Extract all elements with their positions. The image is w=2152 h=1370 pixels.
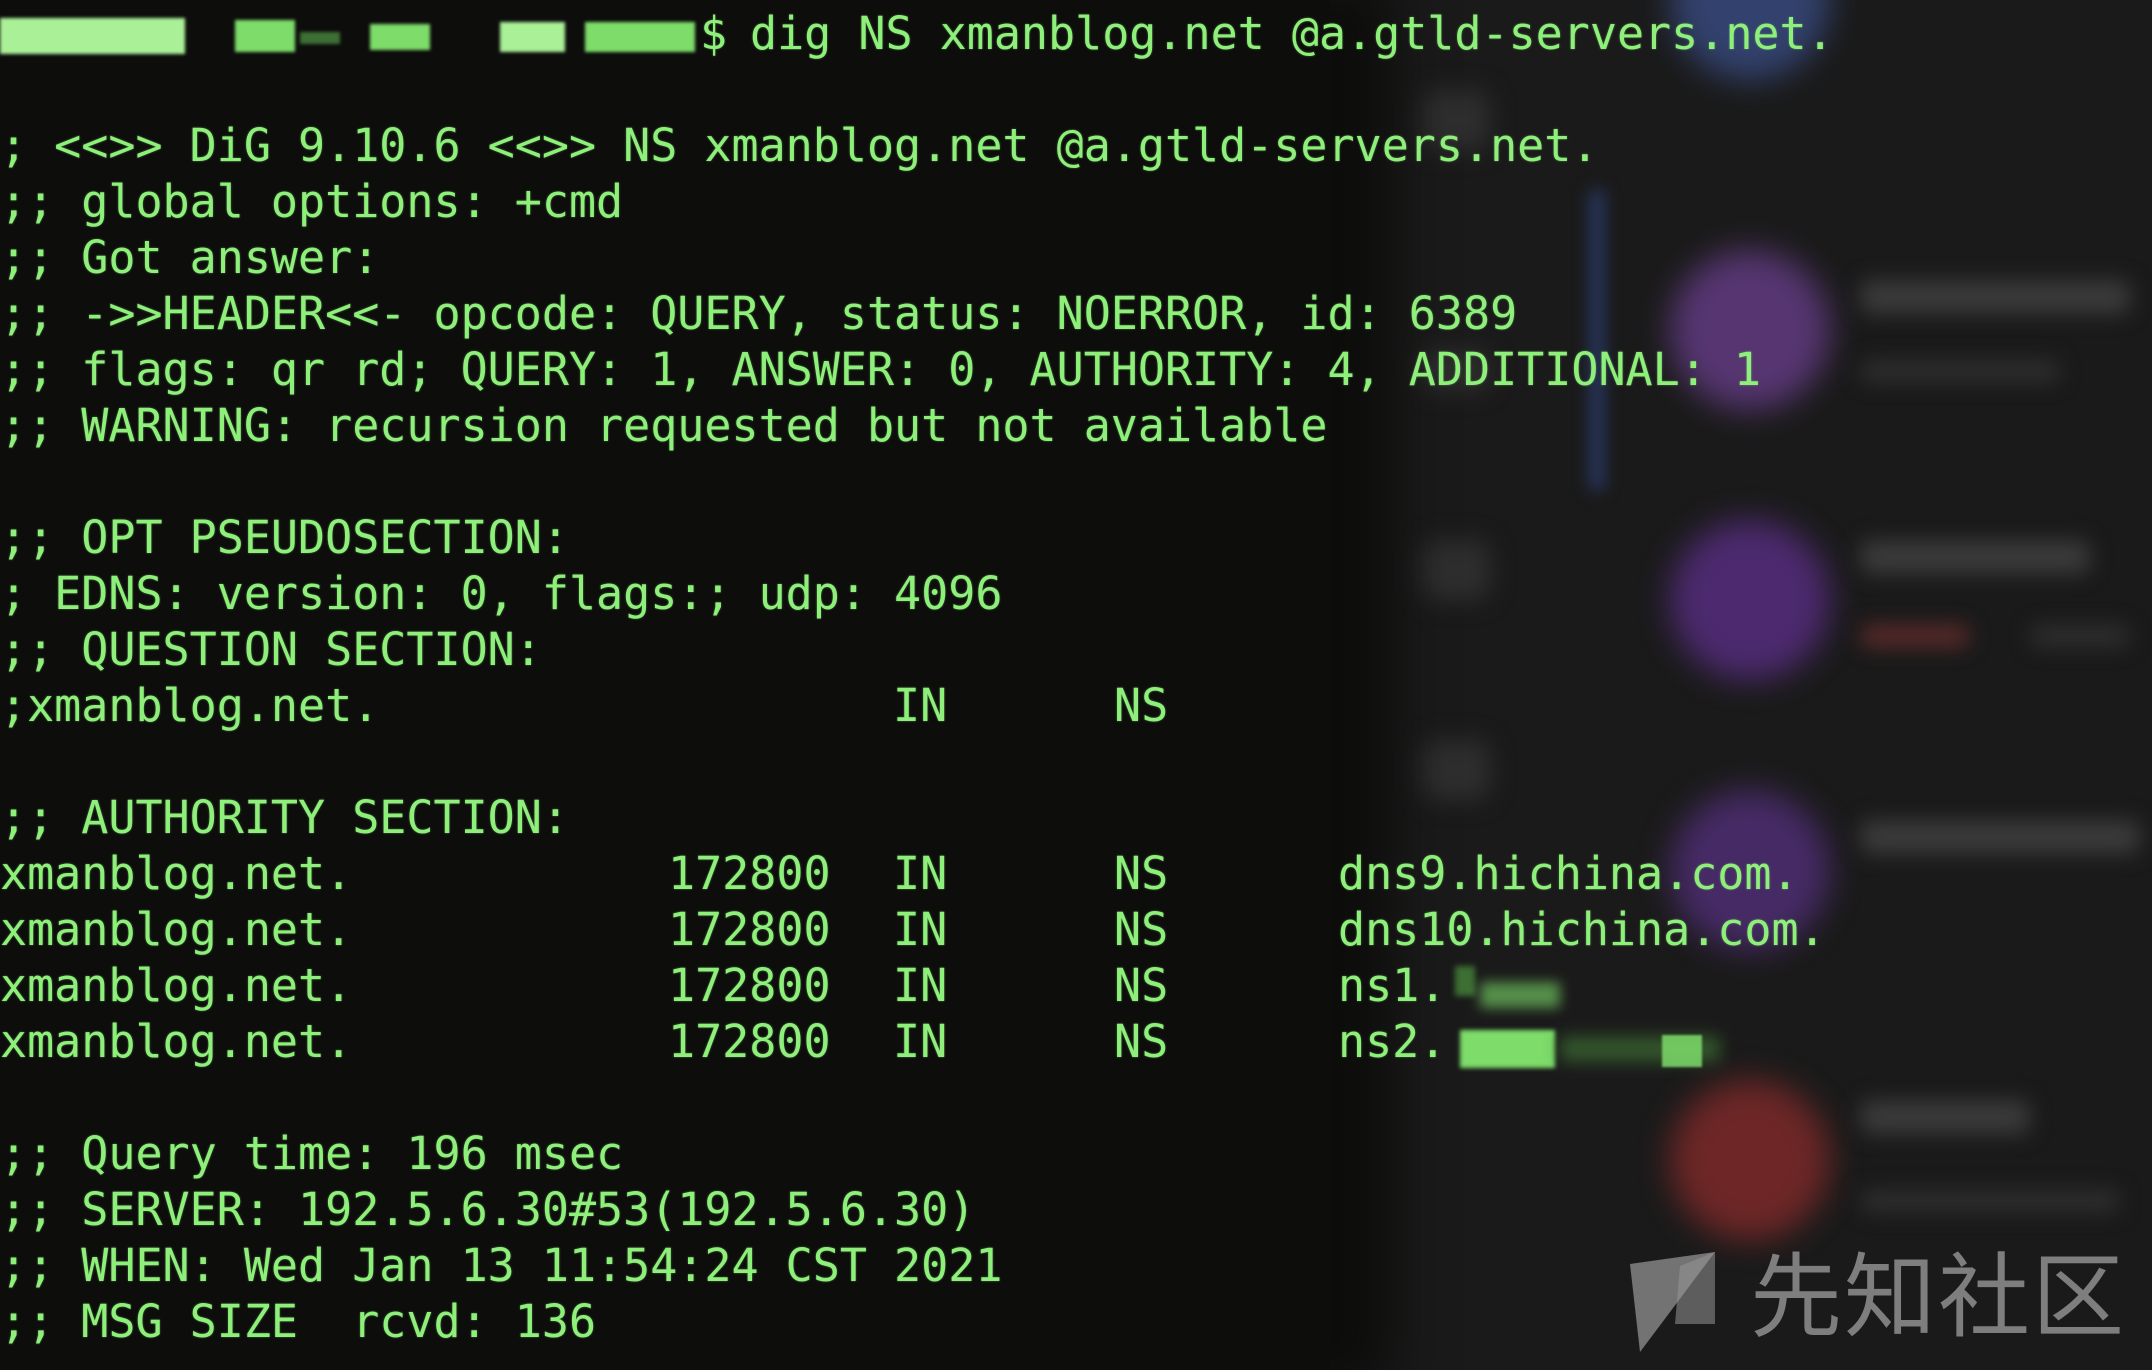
record-type: NS <box>1114 903 1169 956</box>
record-class: IN <box>893 903 948 956</box>
opt-section-title: ;; OPT PSEUDOSECTION: <box>0 511 569 564</box>
record-ttl: 172800 <box>668 847 831 900</box>
record-name: xmanblog.net. <box>0 903 353 956</box>
flags-line: ;; flags: qr rd; QUERY: 1, ANSWER: 0, AU… <box>0 343 1761 396</box>
background-title <box>1860 540 2090 574</box>
redacted-hostname <box>235 20 295 52</box>
watermark: 先知社区 <box>1620 1240 2140 1360</box>
redacted-hostname <box>300 32 340 44</box>
background-subtitle <box>1860 360 2060 382</box>
warning-line: ;; WARNING: recursion requested but not … <box>0 399 1328 452</box>
background-title <box>1860 280 2130 314</box>
avatar <box>1670 1080 1830 1240</box>
prompt-line: $ dig NS xmanblog.net @a.gtld-servers.ne… <box>0 6 1834 62</box>
global-options: ;; global options: +cmd <box>0 175 624 228</box>
screen: $ dig NS xmanblog.net @a.gtld-servers.ne… <box>0 0 2152 1370</box>
question-type: NS <box>1114 679 1169 732</box>
server-line: ;; SERVER: 192.5.6.30#53(192.5.6.30) <box>0 1183 976 1236</box>
msg-size-line: ;; MSG SIZE rcvd: 136 <box>0 1295 597 1348</box>
redacted-username <box>0 18 185 54</box>
command-text: dig NS xmanblog.net @a.gtld-servers.net. <box>750 7 1834 60</box>
record-class: IN <box>893 847 948 900</box>
background-icon <box>1420 740 1490 800</box>
dig-banner: ; <<>> DiG 9.10.6 <<>> NS xmanblog.net @… <box>0 119 1599 172</box>
authority-section-title: ;; AUTHORITY SECTION: <box>0 791 569 844</box>
record-ttl: 172800 <box>668 1015 831 1068</box>
redacted-hostname <box>370 24 430 50</box>
redacted-nameserver <box>1480 982 1560 1008</box>
terminal-window[interactable]: $ dig NS xmanblog.net @a.gtld-servers.ne… <box>0 0 1834 1370</box>
query-time: ;; Query time: 196 msec <box>0 1127 624 1180</box>
scrollbar <box>1590 190 1604 490</box>
record-value: ns2. <box>1338 1015 1447 1068</box>
background-app-window <box>1300 0 2152 1370</box>
record-name: xmanblog.net. <box>0 1015 353 1068</box>
redacted-hostname <box>500 22 565 52</box>
record-ttl: 172800 <box>668 903 831 956</box>
record-name: xmanblog.net. <box>0 847 353 900</box>
redacted-nameserver <box>1460 1030 1555 1068</box>
question-name: ;xmanblog.net. <box>0 679 380 732</box>
edns-line: ; EDNS: version: 0, flags:; udp: 4096 <box>0 567 1003 620</box>
question-class: IN <box>893 679 948 732</box>
when-line: ;; WHEN: Wed Jan 13 11:54:24 CST 2021 <box>0 1239 1003 1292</box>
record-type: NS <box>1114 1015 1169 1068</box>
question-row: ;xmanblog.net. IN NS <box>0 678 1300 734</box>
record-value: ns1. <box>1338 959 1447 1012</box>
background-title <box>1860 820 2140 854</box>
background-subtitle <box>1860 625 1970 647</box>
authority-row: xmanblog.net. 172800 IN NS dns10.hichina… <box>0 902 1826 958</box>
authority-row: xmanblog.net. 172800 IN NS dns9.hichina.… <box>0 846 1799 902</box>
record-value: dns9.hichina.com. <box>1338 847 1799 900</box>
record-type: NS <box>1114 847 1169 900</box>
background-icon <box>1420 540 1490 600</box>
prompt-symbol: $ <box>700 7 728 60</box>
authority-row: xmanblog.net. 172800 IN NS ns1. <box>0 958 1446 1014</box>
record-ttl: 172800 <box>668 959 831 1012</box>
watermark-text: 先知社区 <box>1750 1244 2127 1351</box>
avatar <box>1670 520 1830 680</box>
record-type: NS <box>1114 959 1169 1012</box>
xianzhi-logo-icon <box>1630 1252 1715 1352</box>
background-subtitle <box>1860 1190 2120 1212</box>
redacted-path <box>585 22 695 52</box>
record-value: dns10.hichina.com. <box>1338 903 1826 956</box>
got-answer: ;; Got answer: <box>0 231 380 284</box>
redacted-nameserver <box>1455 966 1475 996</box>
record-class: IN <box>893 959 948 1012</box>
record-name: xmanblog.net. <box>0 959 353 1012</box>
background-title <box>1860 1100 2030 1134</box>
background-subtitle <box>2030 625 2130 647</box>
record-class: IN <box>893 1015 948 1068</box>
header-line: ;; ->>HEADER<<- opcode: QUERY, status: N… <box>0 287 1518 340</box>
question-section-title: ;; QUESTION SECTION: <box>0 623 542 676</box>
redacted-nameserver <box>1662 1035 1702 1067</box>
authority-row: xmanblog.net. 172800 IN NS ns2. <box>0 1014 1446 1070</box>
